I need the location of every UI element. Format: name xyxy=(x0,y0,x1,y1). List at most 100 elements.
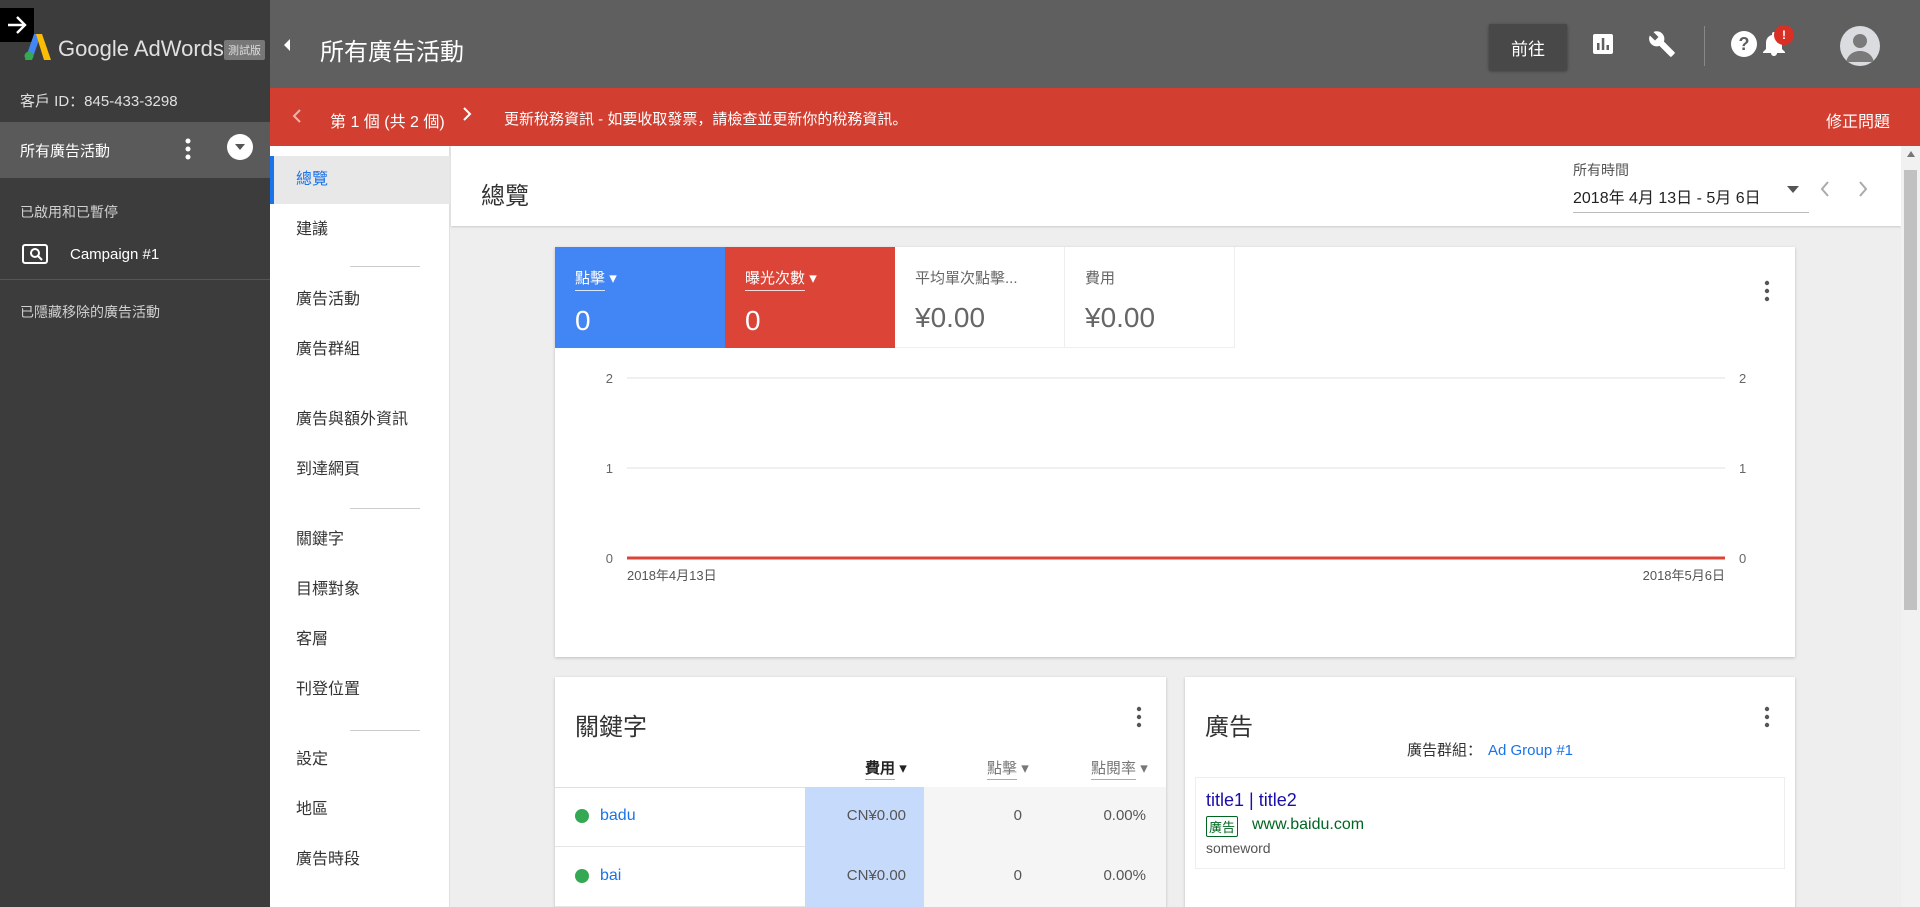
all-campaigns-label: 所有廣告活動 xyxy=(20,143,111,160)
date-range-label: 所有時間 xyxy=(1573,162,1629,178)
scroll-up-icon[interactable] xyxy=(1906,150,1916,158)
metric-value: 0 xyxy=(575,305,591,336)
nav-item-landing-pages[interactable]: 到達網頁 xyxy=(270,446,450,494)
column-label: 點閱率 xyxy=(1091,760,1137,780)
nav-item-locations[interactable]: 地區 xyxy=(270,786,450,834)
ad-group-link[interactable]: Ad Group #1 xyxy=(1488,742,1573,759)
help-icon[interactable]: ? xyxy=(1728,28,1760,60)
metric-cost[interactable]: 費用 ¥0.00 xyxy=(1065,247,1235,348)
keyword-link[interactable]: bai xyxy=(600,867,621,885)
svg-text:?: ? xyxy=(1739,34,1750,54)
divider xyxy=(350,266,420,267)
performance-chart: 0 0 1 1 2 2 2018年4月13日 2018年5月6日 xyxy=(606,371,1746,583)
cell-cost: CN¥0.00 xyxy=(805,847,924,907)
nav-item-placements[interactable]: 刊登位置 xyxy=(270,666,450,714)
chevron-right-icon[interactable] xyxy=(1857,180,1869,198)
notification-banner: 第 1 個 (共 2 個) 更新稅務資訊 - 如要收取發票，請檢查並更新你的稅務… xyxy=(270,88,1920,146)
ad-group-label: 廣告群組： xyxy=(1406,742,1482,759)
nav-item-overview[interactable]: 總覽 xyxy=(270,156,450,204)
chevron-down-icon: ▾ xyxy=(609,270,617,287)
more-vert-icon[interactable] xyxy=(183,136,193,162)
goto-button[interactable]: 前往 xyxy=(1489,24,1567,70)
metric-avg-cpc[interactable]: 平均單次點擊... ¥0.00 xyxy=(895,247,1065,348)
column-label: 點擊 xyxy=(987,760,1018,780)
metric-label: 點擊 xyxy=(575,267,606,291)
status-enabled-icon xyxy=(575,869,589,883)
column-header-ctr[interactable]: 點閱率 ▾ xyxy=(1091,757,1148,780)
ad-headline: title1 | title2 xyxy=(1206,790,1297,810)
table-row[interactable]: bai CN¥0.00 0 0.00% xyxy=(555,847,1166,907)
metric-value: ¥0.00 xyxy=(1085,302,1156,333)
chevron-right-icon[interactable] xyxy=(462,106,472,122)
x-tick-label: 2018年5月6日 xyxy=(1643,568,1725,583)
more-vert-icon[interactable] xyxy=(1763,279,1771,303)
collapse-sidebar-icon[interactable] xyxy=(282,38,292,52)
nav-item-keywords[interactable]: 關鍵字 xyxy=(270,516,450,564)
nav-item-audiences[interactable]: 目標對象 xyxy=(270,566,450,614)
divider xyxy=(0,279,270,280)
account-sidebar: Google AdWords 測試版 客戶 ID：845-433-3298 所有… xyxy=(0,0,270,907)
fix-issue-button[interactable]: 修正問題 xyxy=(1826,108,1890,132)
section-title: 總覽 xyxy=(481,183,529,210)
scrollbar[interactable] xyxy=(1901,146,1920,907)
hidden-removed-campaigns-link[interactable]: 已隱藏移除的廣告活動 xyxy=(20,302,160,322)
enabled-paused-filter[interactable]: 已啟用和已暫停 xyxy=(20,202,118,222)
logo-row: Google AdWords 測試版 xyxy=(0,0,270,88)
metric-label: 費用 xyxy=(1085,270,1116,287)
all-campaigns-row[interactable]: 所有廣告活動 xyxy=(0,122,270,178)
ad-group-line: 廣告群組： Ad Group #1 xyxy=(1185,739,1795,760)
scrollbar-thumb[interactable] xyxy=(1904,170,1917,610)
nav-item-recommendations[interactable]: 建議 xyxy=(270,206,450,254)
top-header: 所有廣告活動 前往 ? ! xyxy=(270,0,1920,88)
ad-preview[interactable]: title1 | title2 廣告 www.baidu.com somewor… xyxy=(1195,777,1785,869)
avatar[interactable] xyxy=(1840,26,1880,66)
metric-value: 0 xyxy=(745,305,761,336)
x-tick-label: 2018年4月13日 xyxy=(627,568,717,583)
nav-item-demographics[interactable]: 客層 xyxy=(270,616,450,664)
table-row[interactable]: badu CN¥0.00 0 0.00% xyxy=(555,787,1166,847)
y-tick-label-right: 2 xyxy=(1739,371,1746,386)
column-header-cost[interactable]: 費用 ▾ xyxy=(865,757,907,780)
cell-cost: CN¥0.00 xyxy=(805,787,924,847)
performance-card: 點擊 ▾ 0 曝光次數 ▾ 0 平均單次點擊... ¥0.00 費用 ¥0.00… xyxy=(555,247,1795,657)
reports-icon[interactable] xyxy=(1587,28,1619,60)
beta-badge: 測試版 xyxy=(224,40,265,60)
page-title: 所有廣告活動 xyxy=(320,39,464,66)
chevron-left-icon[interactable] xyxy=(1819,180,1831,198)
notification-badge: ! xyxy=(1774,25,1794,45)
adwords-logo-icon xyxy=(24,34,51,60)
divider xyxy=(350,508,420,509)
column-header-clicks[interactable]: 點擊 ▾ xyxy=(987,757,1029,780)
cell-ctr: 0.00% xyxy=(1040,847,1166,907)
page-nav: 總覽 建議 廣告活動 廣告群組 廣告與額外資訊 到達網頁 關鍵字 目標對象 客層… xyxy=(270,146,450,907)
chevron-down-icon: ▾ xyxy=(1140,760,1148,777)
date-range-picker[interactable]: 2018年 4月 13日 - 5月 6日 xyxy=(1573,184,1761,208)
metric-value: ¥0.00 xyxy=(915,302,986,333)
card-title: 關鍵字 xyxy=(575,714,647,741)
metric-clicks[interactable]: 點擊 ▾ 0 xyxy=(555,247,725,348)
nav-item-ad-schedule[interactable]: 廣告時段 xyxy=(270,836,450,884)
campaign-dropdown-button[interactable] xyxy=(227,134,253,160)
chevron-down-icon[interactable] xyxy=(1787,186,1799,194)
y-tick-label-left: 2 xyxy=(606,371,613,386)
keyword-link[interactable]: badu xyxy=(600,807,636,825)
nav-item-ad-groups[interactable]: 廣告群組 xyxy=(270,326,450,374)
more-vert-icon[interactable] xyxy=(1135,705,1143,729)
more-vert-icon[interactable] xyxy=(1763,705,1771,729)
divider xyxy=(1704,26,1705,66)
banner-message: 更新稅務資訊 - 如要收取發票，請檢查並更新你的稅務資訊。 xyxy=(504,111,908,128)
cell-clicks: 0 xyxy=(924,847,1040,907)
nav-item-ads-extensions[interactable]: 廣告與額外資訊 xyxy=(270,396,450,444)
metric-impressions[interactable]: 曝光次數 ▾ 0 xyxy=(725,247,895,348)
customer-id: 客戶 ID：845-433-3298 xyxy=(20,93,178,110)
nav-item-settings[interactable]: 設定 xyxy=(270,736,450,784)
chevron-left-icon[interactable] xyxy=(292,108,302,124)
keywords-card: 關鍵字 費用 ▾ 點擊 ▾ 點閱率 ▾ badu CN¥0.00 0 0.00%… xyxy=(555,677,1166,907)
column-label: 費用 xyxy=(865,760,896,780)
ad-display-url: www.baidu.com xyxy=(1252,816,1365,833)
y-tick-label-right: 1 xyxy=(1739,461,1746,476)
wrench-icon[interactable] xyxy=(1646,28,1678,60)
campaign-name: Campaign #1 xyxy=(70,246,160,263)
nav-item-campaigns[interactable]: 廣告活動 xyxy=(270,276,450,324)
campaign-item[interactable]: Campaign #1 xyxy=(0,238,270,270)
